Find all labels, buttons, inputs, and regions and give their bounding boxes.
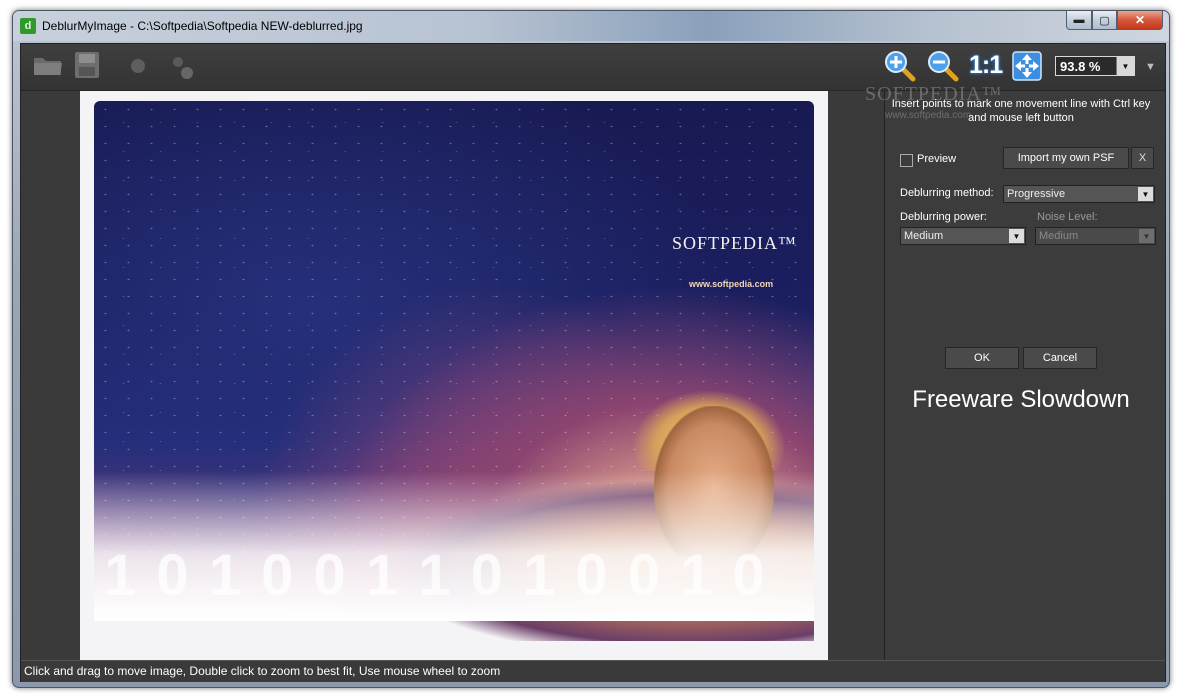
clear-psf-button[interactable]: X <box>1131 147 1154 169</box>
method-label: Deblurring method: <box>900 187 994 199</box>
app-icon: d <box>20 18 36 34</box>
actual-size-button[interactable]: 1:1 <box>969 51 1003 80</box>
points-icon[interactable] <box>171 55 195 81</box>
image-canvas[interactable]: SOFTPEDIA™ www.softpedia.com 1 0 1 0 0 1… <box>21 91 884 660</box>
image-logo-url: www.softpedia.com <box>689 279 774 289</box>
noise-label: Noise Level: <box>1037 211 1098 223</box>
save-icon[interactable] <box>74 51 100 79</box>
import-psf-button[interactable]: Import my own PSF <box>1003 147 1129 169</box>
maximize-button[interactable]: ▢ <box>1092 11 1117 30</box>
open-folder-icon[interactable] <box>33 54 63 76</box>
zoom-level-value: 93.8 % <box>1060 59 1101 74</box>
photo-content: SOFTPEDIA™ www.softpedia.com 1 0 1 0 0 1… <box>94 101 814 641</box>
freeware-slowdown-text: Freeware Slowdown <box>912 386 1130 413</box>
power-label: Deblurring power: <box>900 211 987 223</box>
fit-to-window-icon[interactable] <box>1012 51 1042 81</box>
chevron-down-icon[interactable]: ▼ <box>1116 57 1134 75</box>
client-area: 1:1 93.8 % ▼ ▼ SOFTPEDIA™ www.softpedia.… <box>20 43 1166 682</box>
noise-value: Medium <box>1039 230 1079 242</box>
record-dot-icon[interactable] <box>129 57 147 75</box>
image-logo-text: SOFTPEDIA™ <box>672 233 797 253</box>
image-binary-digits: 1 0 1 0 0 1 1 0 1 0 0 1 0 <box>104 543 767 608</box>
noise-select: Medium ▼ <box>1035 227 1156 245</box>
cancel-button[interactable]: Cancel <box>1023 347 1097 369</box>
image-preview[interactable]: SOFTPEDIA™ www.softpedia.com 1 0 1 0 0 1… <box>80 91 828 660</box>
app-window: d DeblurMyImage - C:\Softpedia\Softpedia… <box>12 10 1170 688</box>
zoom-out-icon[interactable] <box>927 50 959 82</box>
ok-button[interactable]: OK <box>945 347 1019 369</box>
status-bar: Click and drag to move image, Double cli… <box>21 660 1165 682</box>
chevron-down-icon: ▼ <box>1139 229 1154 243</box>
method-select[interactable]: Progressive ▼ <box>1003 185 1155 203</box>
chevron-down-icon[interactable]: ▼ <box>1138 187 1153 201</box>
instructions-text: Insert points to mark one movement line … <box>891 98 1151 124</box>
caption-buttons: ▬ ▢ ✕ <box>1066 11 1163 31</box>
window-title: DeblurMyImage - C:\Softpedia\Softpedia N… <box>42 19 363 33</box>
preview-label[interactable]: Preview <box>917 153 956 165</box>
chevron-down-icon[interactable]: ▼ <box>1009 229 1024 243</box>
power-select[interactable]: Medium ▼ <box>900 227 1026 245</box>
status-text: Click and drag to move image, Double cli… <box>24 664 501 678</box>
zoom-in-icon[interactable] <box>884 50 916 82</box>
zoom-level-combo[interactable]: 93.8 % ▼ <box>1055 56 1135 76</box>
method-value: Progressive <box>1007 188 1066 200</box>
close-button[interactable]: ✕ <box>1117 11 1163 30</box>
preview-checkbox[interactable] <box>900 154 913 167</box>
title-bar[interactable]: d DeblurMyImage - C:\Softpedia\Softpedia… <box>13 11 1169 41</box>
minimize-button[interactable]: ▬ <box>1066 11 1092 30</box>
settings-panel: SOFTPEDIA™ www.softpedia.com Insert poin… <box>865 83 1165 660</box>
toolbar-menu-icon[interactable]: ▼ <box>1145 61 1156 73</box>
power-value: Medium <box>904 230 944 242</box>
